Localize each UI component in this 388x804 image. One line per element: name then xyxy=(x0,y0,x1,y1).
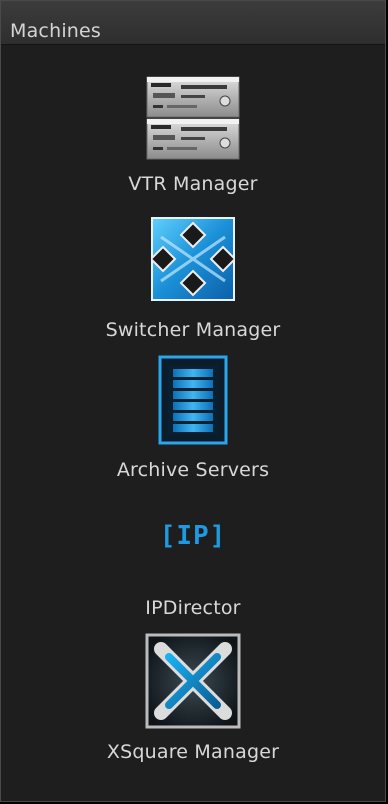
ip-logo-icon: [IP] xyxy=(159,521,227,551)
panel-header: Machines xyxy=(1,1,385,45)
xsquare-manager-label: XSquare Manager xyxy=(106,741,280,763)
ipdirector-label: IPDirector xyxy=(145,597,241,619)
archive-servers-label: Archive Servers xyxy=(116,459,270,481)
xsquare-icon xyxy=(145,633,241,729)
vtr-rack-icon xyxy=(146,76,240,160)
machines-panel: Machines VTR Manager Switcher Manager Ar… xyxy=(0,0,386,802)
switcher-diamond-icon xyxy=(151,217,235,301)
archive-server-icon xyxy=(158,355,228,445)
vtr-manager-item[interactable]: VTR Manager xyxy=(1,73,385,203)
switcher-manager-label: Switcher Manager xyxy=(105,319,281,341)
xsquare-manager-item[interactable]: XSquare Manager xyxy=(1,633,385,763)
archive-servers-item[interactable]: Archive Servers xyxy=(1,355,385,485)
ipdirector-item[interactable]: [IP] IPDirector xyxy=(1,519,385,619)
switcher-manager-item[interactable]: Switcher Manager xyxy=(1,215,385,345)
panel-title: Machines xyxy=(10,20,102,42)
vtr-manager-label: VTR Manager xyxy=(128,173,258,195)
